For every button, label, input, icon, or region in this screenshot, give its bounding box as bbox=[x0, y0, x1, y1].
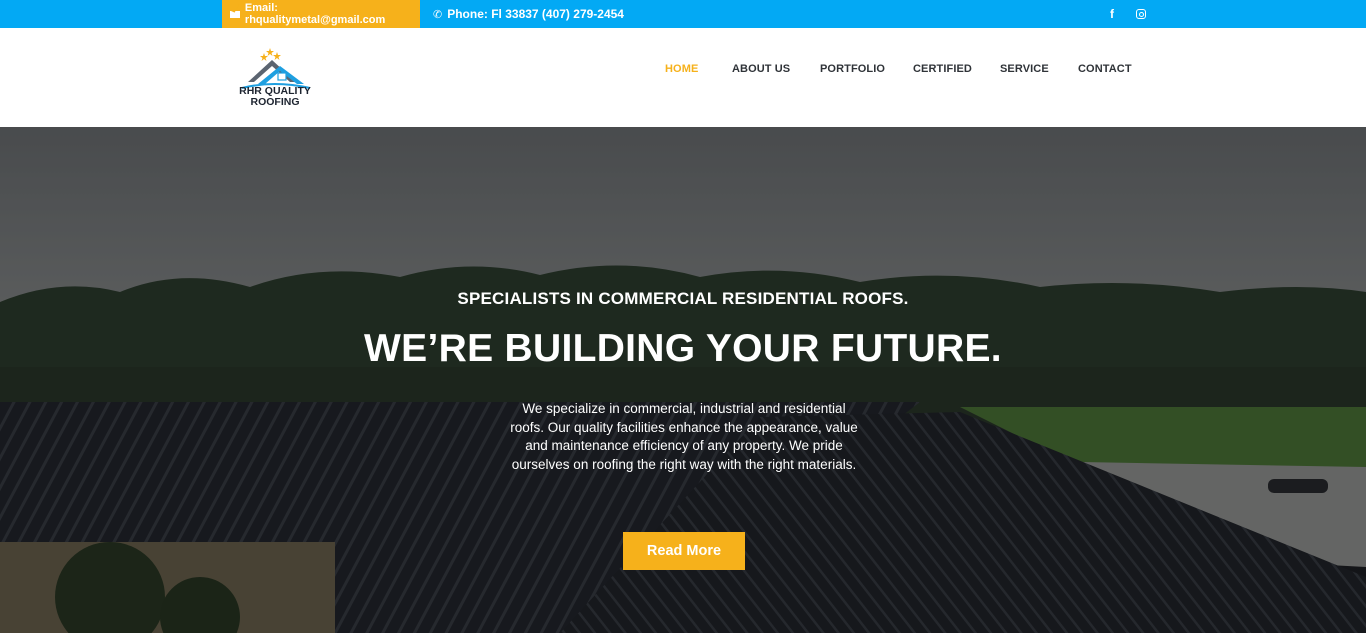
facebook-icon[interactable]: f bbox=[1110, 0, 1114, 28]
logo-text: RHR QUALITY ROOFING bbox=[239, 85, 311, 108]
email-text: Email: rhqualitymetal@gmail.com bbox=[244, 2, 386, 26]
top-bar: Email: rhqualitymetal@gmail.com ✆ Phone:… bbox=[0, 0, 1366, 28]
nav-service[interactable]: SERVICE bbox=[1000, 28, 1049, 110]
read-more-button[interactable]: Read More bbox=[623, 532, 745, 570]
hero-tagline: SPECIALISTS IN COMMERCIAL RESIDENTIAL RO… bbox=[457, 289, 909, 308]
instagram-icon[interactable] bbox=[1136, 0, 1146, 28]
phone-text: Phone: Fl 33837 (407) 279-2454 bbox=[447, 7, 624, 21]
nav-portfolio[interactable]: PORTFOLIO bbox=[820, 28, 885, 110]
site-logo[interactable]: RHR QUALITY ROOFING bbox=[234, 46, 316, 112]
site-header: RHR QUALITY ROOFING HOME ABOUT US PORTFO… bbox=[0, 28, 1366, 127]
nav-certified[interactable]: CERTIFIED bbox=[913, 28, 972, 110]
phone-contact[interactable]: ✆ Phone: Fl 33837 (407) 279-2454 bbox=[433, 0, 624, 28]
roof-logo-icon bbox=[241, 48, 311, 89]
envelope-icon bbox=[230, 10, 240, 18]
nav-contact[interactable]: CONTACT bbox=[1078, 28, 1132, 110]
phone-icon: ✆ bbox=[433, 8, 443, 21]
hero-description: We specialize in commercial, industrial … bbox=[510, 401, 858, 472]
nav-about-us[interactable]: ABOUT US bbox=[732, 28, 790, 110]
email-contact[interactable]: Email: rhqualitymetal@gmail.com bbox=[222, 0, 420, 28]
nav-home[interactable]: HOME bbox=[665, 28, 698, 110]
hero-section: SPECIALISTS IN COMMERCIAL RESIDENTIAL RO… bbox=[0, 127, 1366, 633]
hero-headline: WE’RE BUILDING YOUR FUTURE. bbox=[364, 327, 1002, 370]
